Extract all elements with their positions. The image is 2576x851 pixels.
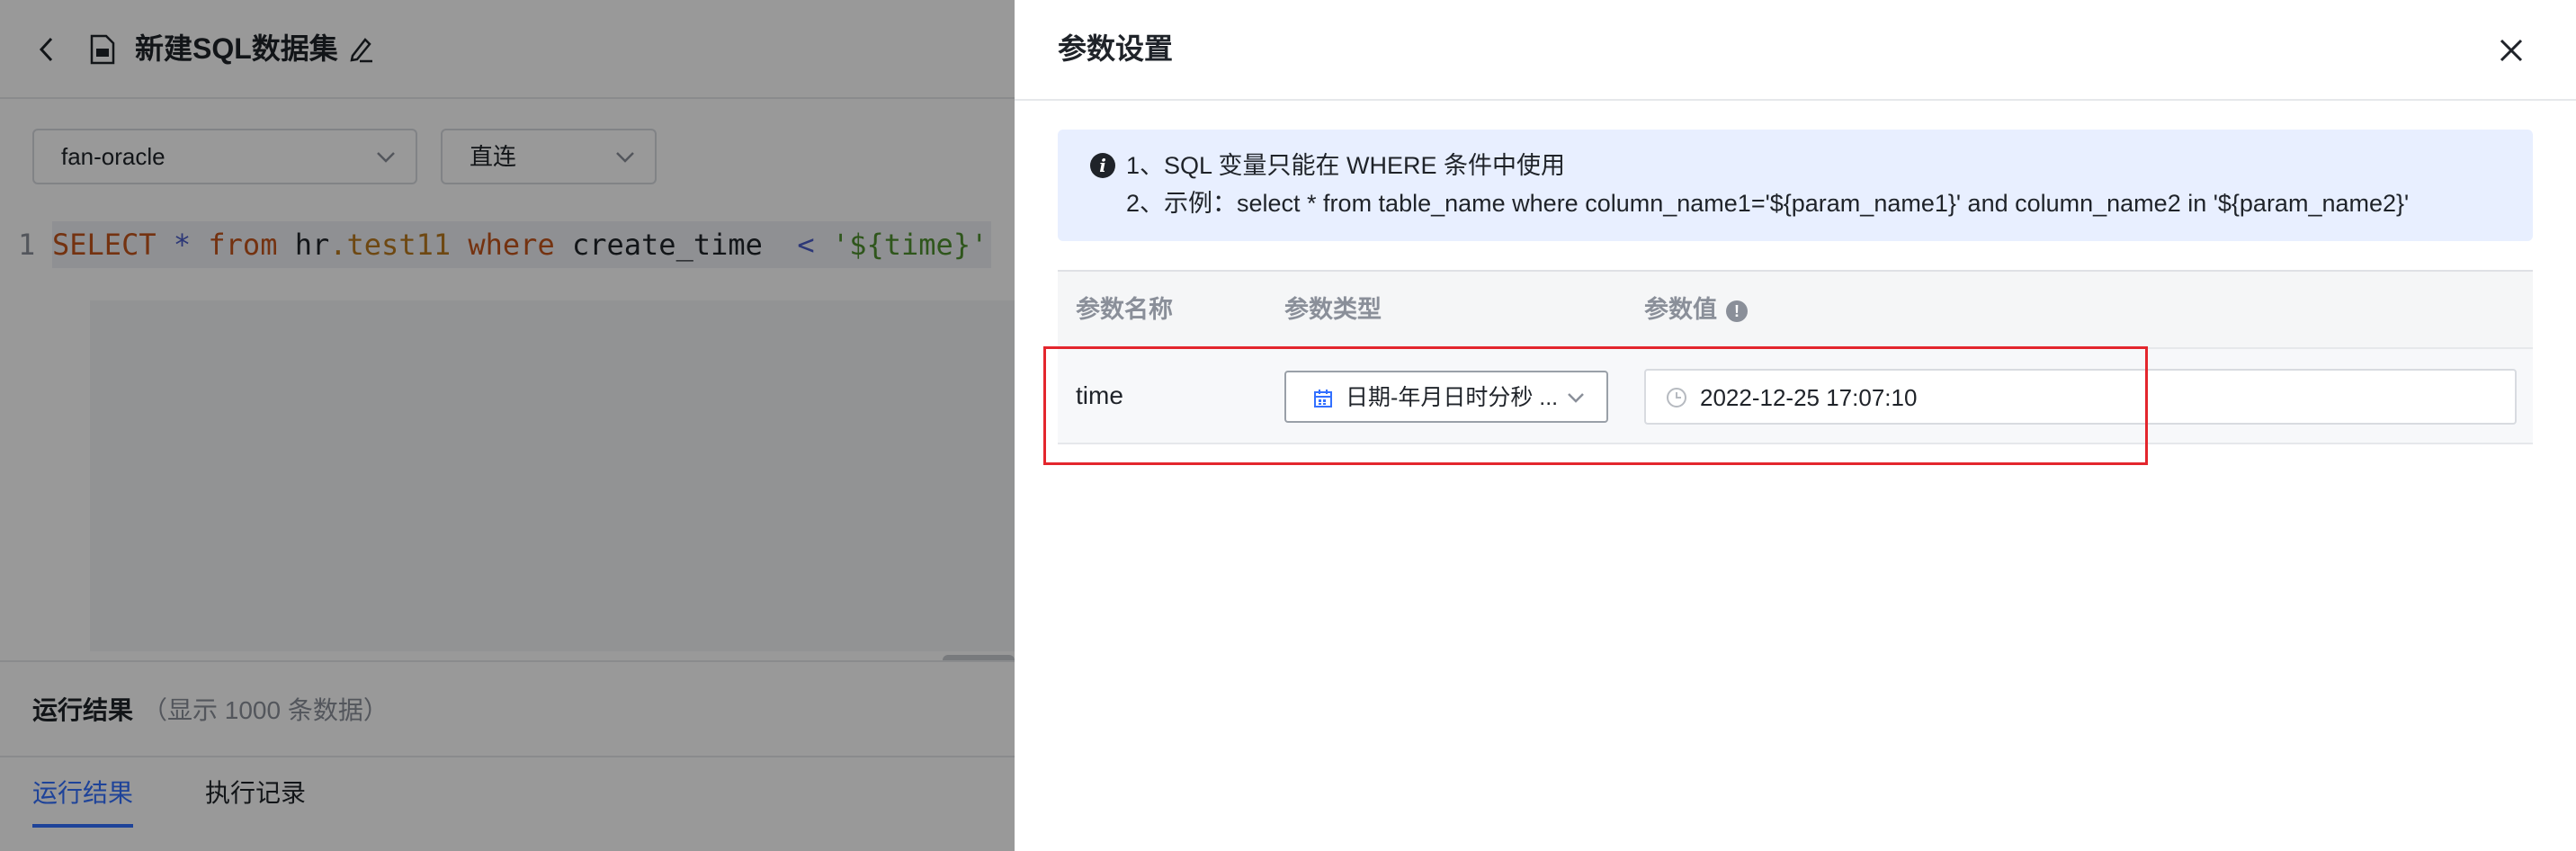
help-icon[interactable]: ! <box>1726 300 1748 322</box>
info-icon: i <box>1090 153 1115 178</box>
highlight-annotation-box <box>1043 346 2148 465</box>
drawer-title: 参数设置 <box>1058 32 1174 65</box>
modal-mask[interactable] <box>0 0 1015 851</box>
close-icon <box>2500 39 2523 62</box>
column-header-value-label: 参数值 <box>1644 296 1717 323</box>
table-header-row: 参数名称 参数类型 参数值! <box>1058 272 2533 349</box>
tip-line-1: 1、SQL 变量只能在 WHERE 条件中使用 <box>1126 152 1566 179</box>
close-button[interactable] <box>2495 34 2527 67</box>
info-alert: i 1、SQL 变量只能在 WHERE 条件中使用 2、示例：select * … <box>1058 130 2533 241</box>
drawer-header: 参数设置 <box>1015 0 2576 101</box>
column-header-type: 参数类型 <box>1284 296 1382 323</box>
tip-line-2: 2、示例：select * from table_name where colu… <box>1126 190 2410 217</box>
column-header-name: 参数名称 <box>1076 296 1173 323</box>
sql-dataset-page: 新建SQL数据集 fan-oracle 直连 1 SELECT * from h… <box>0 0 1015 851</box>
column-header-value: 参数值! <box>1644 291 1748 327</box>
